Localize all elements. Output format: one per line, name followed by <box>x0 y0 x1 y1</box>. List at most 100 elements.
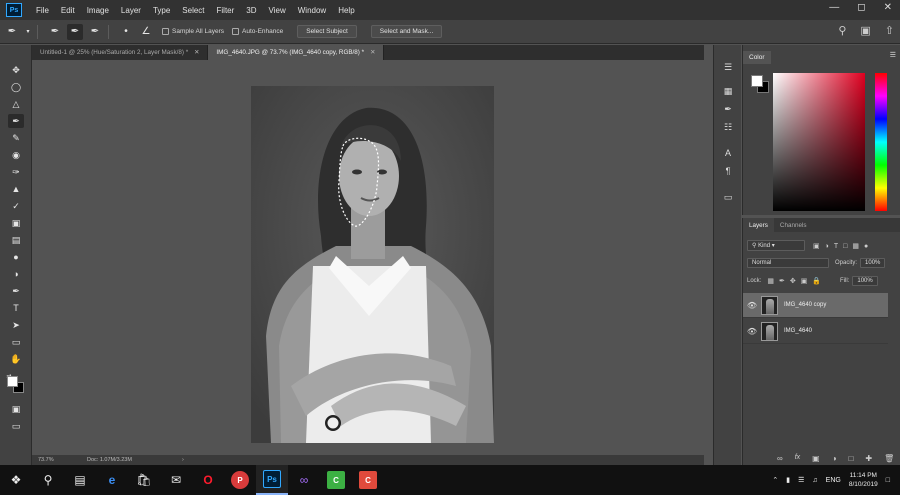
libraries-icon[interactable]: ▭ <box>721 191 735 203</box>
visual-studio-icon[interactable]: ∞ <box>288 465 320 495</box>
color-picker-field[interactable] <box>773 73 865 211</box>
pdf-app-icon[interactable]: P <box>224 465 256 495</box>
color-panel-tab[interactable]: Color <box>743 51 771 64</box>
fill-input[interactable]: 100% <box>852 276 878 286</box>
gradient-tool-icon[interactable]: ▤ <box>8 233 24 247</box>
clock[interactable]: 11:14 PM 8/10/2019 <box>849 471 878 489</box>
document-image[interactable] <box>251 86 494 443</box>
link-layers-icon[interactable]: ∞ <box>777 454 783 463</box>
new-group-icon[interactable]: □ <box>849 454 854 463</box>
menu-filter[interactable]: Filter <box>211 6 241 15</box>
color-foreground-swatch[interactable] <box>751 75 763 87</box>
adjustment-layer-icon[interactable]: ◑ <box>832 454 837 463</box>
tab-untitled-1[interactable]: Untitled-1 @ 25% (Hue/Saturation 2, Laye… <box>32 45 209 60</box>
layer-style-icon[interactable]: fx <box>795 454 800 463</box>
checkbox-box[interactable] <box>162 28 169 35</box>
checkbox-box[interactable] <box>232 28 240 35</box>
properties-icon[interactable]: ▦ <box>721 85 735 97</box>
brush-size-icon[interactable]: • <box>118 24 134 40</box>
edge-browser-icon[interactable]: e <box>96 465 128 495</box>
polygonal-lasso-tool-icon[interactable]: △ <box>8 97 24 111</box>
workspace-icon[interactable]: ▣ <box>860 24 870 37</box>
menu-file[interactable]: File <box>30 6 55 15</box>
network-icon[interactable]: ☰ <box>798 476 804 484</box>
quick-mask-icon[interactable]: ▣ <box>8 402 24 416</box>
brush-angle-icon[interactable]: ∠ <box>138 24 154 40</box>
tab-layers[interactable]: Layers <box>743 218 774 232</box>
chevron-right-icon[interactable]: › <box>182 457 184 463</box>
windows-start-icon[interactable]: ❖ <box>0 465 32 495</box>
lock-icons[interactable]: ▦✒✥▣🔒 <box>767 277 826 285</box>
history-brush-tool-icon[interactable]: ✓ <box>8 199 24 213</box>
menu-image[interactable]: Image <box>81 6 115 15</box>
menu-view[interactable]: View <box>263 6 292 15</box>
dodge-tool-icon[interactable]: ◑ <box>8 267 24 281</box>
subtract-selection-brush-icon[interactable]: ✒ <box>87 24 103 40</box>
close-icon[interactable]: ✕ <box>194 49 199 56</box>
pen-tool-icon[interactable]: ✒ <box>8 284 24 298</box>
new-selection-brush-icon[interactable]: ✒ <box>47 24 63 40</box>
zoom-level[interactable]: 73.7% <box>32 457 87 463</box>
search-icon[interactable]: ⚲ <box>838 24 846 37</box>
chevron-down-icon[interactable]: ▾ <box>24 24 32 40</box>
filter-kind-dropdown[interactable]: ⚲ Kind ▾ <box>747 240 805 251</box>
eraser-tool-icon[interactable]: ▣ <box>8 216 24 230</box>
quick-selection-tool-icon[interactable]: ✒ <box>8 114 24 128</box>
menu-layer[interactable]: Layer <box>115 6 147 15</box>
move-tool-icon[interactable]: ✥ <box>8 63 24 77</box>
minimize-icon[interactable]: — <box>829 2 839 13</box>
canvas-area[interactable] <box>32 60 704 455</box>
camtasia-icon[interactable]: C <box>320 465 352 495</box>
new-layer-icon[interactable]: ✚ <box>865 454 872 463</box>
paragraph-icon[interactable]: ¶ <box>721 165 735 177</box>
delete-layer-icon[interactable]: 🗑 <box>884 454 894 463</box>
tab-channels[interactable]: Channels <box>774 218 813 232</box>
volume-icon[interactable]: ♫ <box>812 477 817 484</box>
menu-select[interactable]: Select <box>176 6 210 15</box>
lasso-tool-icon[interactable]: ◯ <box>8 80 24 94</box>
notifications-icon[interactable]: □ <box>886 477 890 484</box>
blend-mode-dropdown[interactable]: Normal <box>747 258 829 268</box>
mail-icon[interactable]: ✉ <box>160 465 192 495</box>
opera-browser-icon[interactable]: O <box>192 465 224 495</box>
add-selection-brush-icon[interactable]: ✒ <box>67 23 83 40</box>
foreground-color-swatch[interactable] <box>7 376 18 387</box>
hand-tool-icon[interactable]: ✋ <box>8 352 24 366</box>
menu-help[interactable]: Help <box>332 6 360 15</box>
photoshop-taskbar-icon[interactable]: Ps <box>256 465 288 495</box>
path-selection-tool-icon[interactable]: ➤ <box>8 318 24 332</box>
type-tool-icon[interactable]: T <box>8 301 24 315</box>
add-mask-icon[interactable]: ▣ <box>812 454 820 463</box>
screen-mode-icon[interactable]: ▭ <box>8 419 24 433</box>
sample-all-layers-checkbox[interactable]: Sample All Layers <box>162 28 224 35</box>
battery-icon[interactable]: ▮ <box>786 476 790 484</box>
layer-row[interactable]: 👁 IMG_4640 <box>743 319 888 344</box>
menu-type[interactable]: Type <box>147 6 176 15</box>
rectangle-tool-icon[interactable]: ▭ <box>8 335 24 349</box>
share-icon[interactable]: ⇧ <box>885 24 894 37</box>
task-view-icon[interactable]: ▤ <box>64 465 96 495</box>
layer-row[interactable]: 👁 IMG_4640 copy <box>743 293 888 318</box>
menu-window[interactable]: Window <box>292 6 332 15</box>
brush-tool-icon[interactable]: ✑ <box>8 165 24 179</box>
auto-enhance-checkbox[interactable]: Auto-Enhance <box>232 28 283 35</box>
menu-edit[interactable]: Edit <box>55 6 81 15</box>
recorder-icon[interactable]: C <box>352 465 384 495</box>
select-and-mask-button[interactable]: Select and Mask... <box>370 25 443 38</box>
layer-filter-icons[interactable]: ▣◑T□▦● <box>813 242 873 250</box>
eyedropper-tool-icon[interactable]: ✎ <box>8 131 24 145</box>
clone-stamp-tool-icon[interactable]: ▲ <box>8 182 24 196</box>
tab-img-4640[interactable]: IMG_4640.JPG @ 73.7% (IMG_4640 copy, RGB… <box>208 45 385 60</box>
maximize-icon[interactable]: ◻ <box>857 2 865 13</box>
history-icon[interactable]: ☰ <box>721 61 735 73</box>
chevron-up-icon[interactable]: ⌃ <box>772 476 778 484</box>
close-icon[interactable]: ✕ <box>884 2 892 13</box>
tool-preset-brush-icon[interactable]: ✒ <box>4 24 20 40</box>
search-icon[interactable]: ⚲ <box>32 465 64 495</box>
adjustments-icon[interactable]: ☷ <box>721 121 735 133</box>
hue-slider[interactable] <box>875 73 887 211</box>
menu-3d[interactable]: 3D <box>240 6 262 15</box>
opacity-input[interactable]: 100% <box>860 258 886 268</box>
spot-healing-tool-icon[interactable]: ◉ <box>8 148 24 162</box>
panel-menu-icon[interactable]: ☰ <box>890 51 896 59</box>
